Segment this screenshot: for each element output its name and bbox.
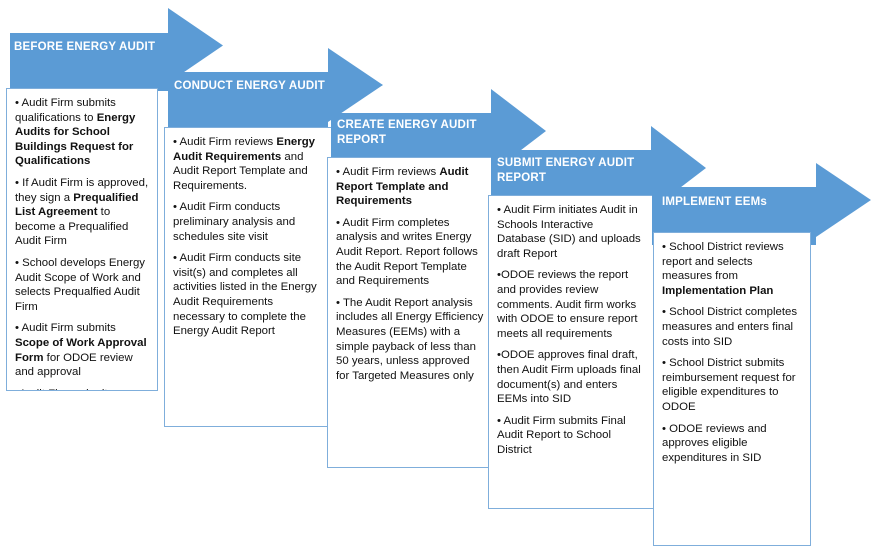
bullet-text: • Audit Firm submits [15,322,116,335]
bullet-item: •Audit Firm submits signed Contract with… [15,387,149,390]
bullet-text-emphasis: Implementation Plan [662,284,774,297]
bullet-item: • School District completes measures and… [662,305,802,349]
bullet-text: •ODOE approves final draft, then Audit F… [497,349,641,406]
bullet-item: • Audit Firm conducts preliminary analys… [173,200,327,244]
stage-textbox-before-energy-audit: • Audit Firm submits qualifications to E… [6,88,158,391]
process-flow-diagram: BEFORE ENERGY AUDIT • Audit Firm submits … [0,0,873,553]
bullet-item: • Audit Firm reviews Audit Report Templa… [336,165,484,209]
bullet-item: •ODOE approves final draft, then Audit F… [497,348,645,406]
bullet-text: • School develops Energy Audit Scope of … [15,256,145,313]
bullet-item: • Audit Firm completes analysis and writ… [336,216,484,289]
bullet-item: • Audit Firm initiates Audit in Schools … [497,203,645,261]
bullet-text: •Audit Firm submits signed Contract with… [15,388,140,390]
bullet-text: • Audit Firm conducts site visit(s) and … [173,252,317,338]
bullet-item: • School District reviews report and sel… [662,240,802,298]
bullet-text: • Audit Firm reviews [336,166,440,178]
bullet-item: •ODOE reviews the report and provides re… [497,268,645,341]
bullet-item: • If Audit Firm is approved, they sign a… [15,176,149,249]
stage-textbox-conduct-energy-audit: • Audit Firm reviews Energy Audit Requir… [164,127,336,427]
bullet-item: • School develops Energy Audit Scope of … [15,256,149,314]
stage-title-submit-energy-audit-report: SUBMIT ENERGY AUDIT REPORT [497,157,635,184]
bullet-text: • Audit Firm submits Final Audit Report … [497,414,626,456]
bullet-item: • Audit Firm conducts site visit(s) and … [173,251,327,339]
bullet-item: • ODOE reviews and approves eligible exp… [662,422,802,466]
bullet-item: • Audit Firm submits Scope of Work Appro… [15,321,149,379]
bullet-list: • Audit Firm initiates Audit in Schools … [489,196,653,464]
bullet-text: • School District reviews report and sel… [662,241,784,283]
bullet-text: •ODOE reviews the report and provides re… [497,269,638,340]
stage-title-create-energy-audit-report: CREATE ENERGY AUDIT REPORT [337,119,477,146]
bullet-item: • School District submits reimbursement … [662,356,802,414]
stage-title-implement-eems: IMPLEMENT EEMs [662,196,768,208]
bullet-item: • Audit Firm reviews Energy Audit Requir… [173,135,327,193]
bullet-text: • Audit Firm conducts preliminary analys… [173,201,296,243]
bullet-text: • School District completes measures and… [662,306,798,348]
bullet-text: • School District submits reimbursement … [662,357,796,413]
bullet-text: • Audit Firm reviews [173,136,277,148]
bullet-item: • The Audit Report analysis includes all… [336,296,484,384]
bullet-text: • Audit Firm initiates Audit in Schools … [497,204,641,260]
stage-textbox-implement-eems: • School District reviews report and sel… [653,232,811,546]
bullet-text: • ODOE reviews and approves eligible exp… [662,422,767,464]
stage-title-conduct-energy-audit: CONDUCT ENERGY AUDIT [174,80,325,92]
bullet-text: • Audit Firm completes analysis and writ… [336,216,478,288]
bullet-list: • Audit Firm reviews Audit Report Templa… [328,158,492,389]
bullet-list: • School District reviews report and sel… [654,233,810,471]
bullet-item: • Audit Firm submits Final Audit Report … [497,414,645,458]
stage-title-before-energy-audit: BEFORE ENERGY AUDIT [14,41,156,53]
stage-textbox-submit-energy-audit-report: • Audit Firm initiates Audit in Schools … [488,195,654,509]
bullet-item: • Audit Firm submits qualifications to E… [15,96,149,169]
bullet-list: • Audit Firm submits qualifications to E… [7,89,157,390]
stage-textbox-create-energy-audit-report: • Audit Firm reviews Audit Report Templa… [327,157,493,468]
bullet-list: • Audit Firm reviews Energy Audit Requir… [165,128,335,345]
bullet-text: • The Audit Report analysis includes all… [336,296,484,382]
